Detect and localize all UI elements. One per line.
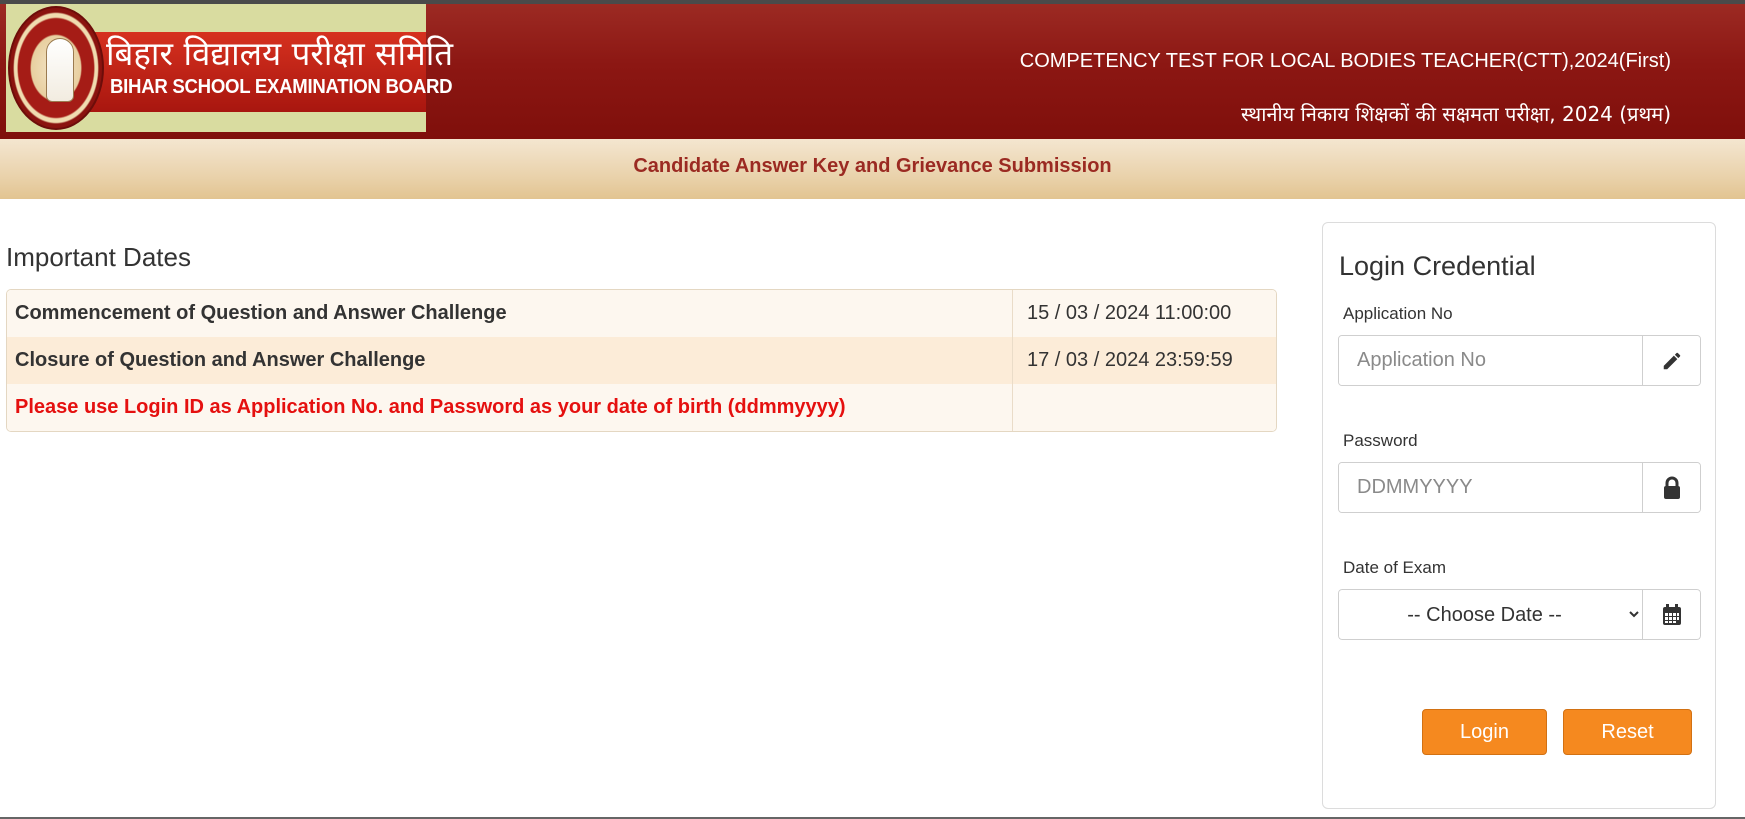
login-button[interactable]: Login <box>1422 709 1547 755</box>
date-value <box>1013 384 1276 431</box>
exam-title-hindi: स्थानीय निकाय शिक्षकों की सक्षमता परीक्ष… <box>1241 102 1671 126</box>
date-label: Closure of Question and Answer Challenge <box>7 337 1013 384</box>
table-row: Closure of Question and Answer Challenge… <box>7 337 1276 384</box>
password-label: Password <box>1343 431 1418 450</box>
date-value: 17 / 03 / 2024 23:59:59 <box>1027 349 1233 371</box>
login-instruction-note: Please use Login ID as Application No. a… <box>7 384 1013 431</box>
board-seal-icon <box>8 6 104 130</box>
date-label: Commencement of Question and Answer Chal… <box>7 290 1013 337</box>
important-dates-heading: Important Dates <box>6 242 191 272</box>
application-no-group <box>1338 335 1701 386</box>
exam-date-label: Date of Exam <box>1343 558 1446 577</box>
date-value: 15 / 03 / 2024 11:00:00 <box>1027 302 1232 324</box>
logo-english-text: BIHAR SCHOOL EXAMINATION BOARD <box>110 76 453 98</box>
application-no-input[interactable] <box>1339 336 1642 385</box>
seal-figure <box>46 38 74 102</box>
subheader-title: Candidate Answer Key and Grievance Submi… <box>633 155 1112 177</box>
exam-date-group: -- Choose Date -- <box>1338 589 1701 640</box>
board-logo: बिहार विद्यालय परीक्षा समिति BIHAR SCHOO… <box>6 4 453 132</box>
calendar-icon[interactable] <box>1643 589 1701 640</box>
application-no-label: Application No <box>1343 304 1453 323</box>
important-dates-table: Commencement of Question and Answer Chal… <box>6 289 1277 432</box>
login-panel: Login Credential Application No Password… <box>1322 222 1716 809</box>
exam-date-select[interactable]: -- Choose Date -- <box>1338 589 1643 640</box>
login-title: Login Credential <box>1339 251 1536 281</box>
password-group <box>1338 462 1701 513</box>
lock-icon <box>1642 463 1700 512</box>
reset-button[interactable]: Reset <box>1563 709 1692 755</box>
logo-hindi-text: बिहार विद्यालय परीक्षा समिति <box>106 34 454 73</box>
pencil-icon <box>1642 336 1700 385</box>
page-header: बिहार विद्यालय परीक्षा समिति BIHAR SCHOO… <box>0 4 1745 139</box>
table-row: Commencement of Question and Answer Chal… <box>7 290 1276 337</box>
password-input[interactable] <box>1339 463 1642 512</box>
table-row: Please use Login ID as Application No. a… <box>7 384 1276 431</box>
exam-title-english: COMPETENCY TEST FOR LOCAL BODIES TEACHER… <box>1019 50 1671 72</box>
subheader-bar: Candidate Answer Key and Grievance Submi… <box>0 139 1745 199</box>
